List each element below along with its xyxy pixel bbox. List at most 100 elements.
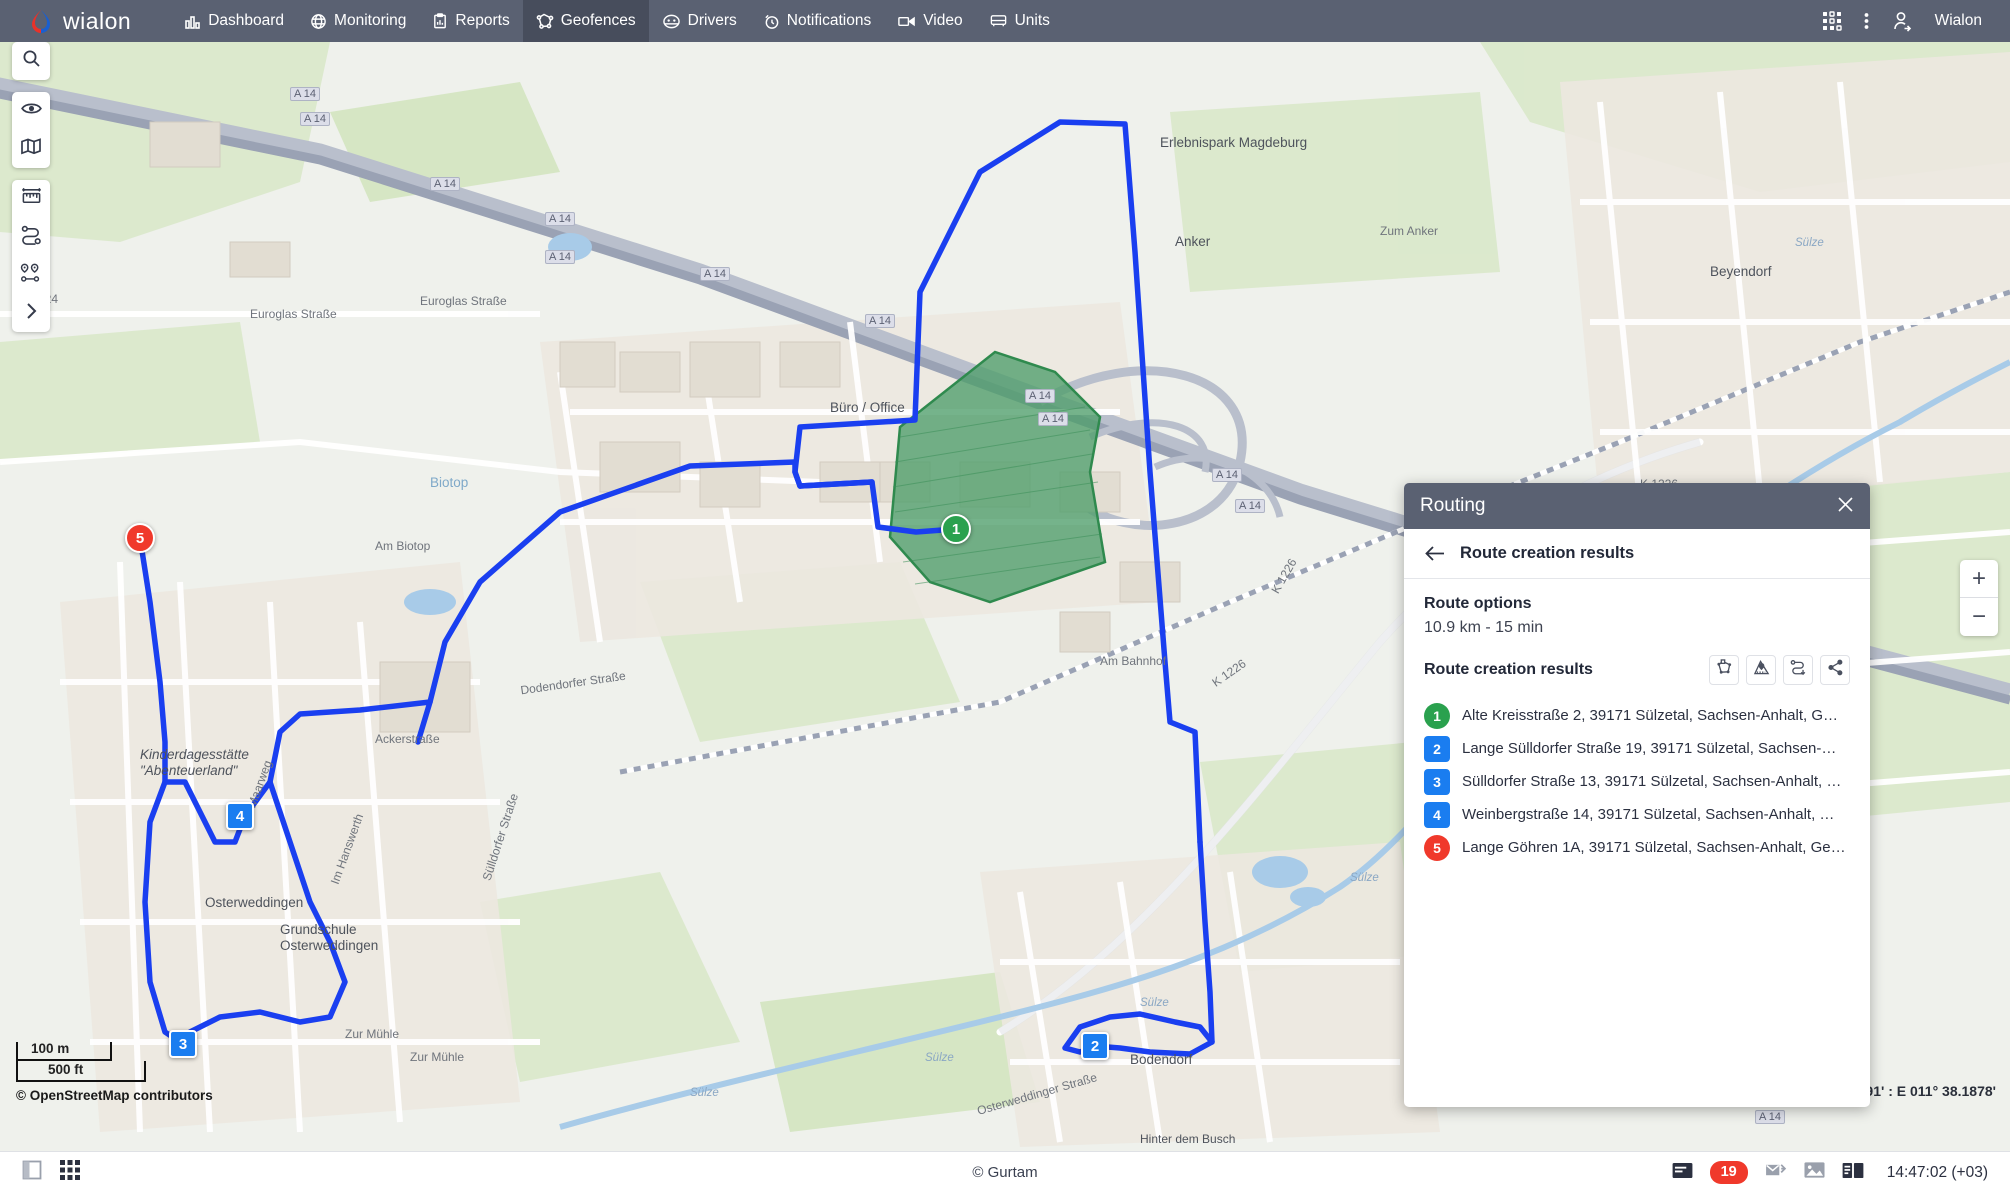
user-name[interactable]: Wialon [1935, 12, 1982, 30]
create-geofence-icon [1716, 659, 1733, 681]
wialon-logo[interactable]: wialon [28, 8, 131, 35]
map-street-label: Am Biotop [375, 539, 431, 553]
notification-count-badge[interactable]: 19 [1709, 1160, 1748, 1185]
route-results-label: Route creation results [1424, 661, 1593, 678]
search-icon [22, 49, 41, 73]
map-marker-4[interactable]: 4 [226, 802, 254, 830]
wialon-drop-icon [28, 8, 54, 34]
map-place-label: Osterweddingen [205, 895, 304, 910]
wialon-wordmark: wialon [63, 7, 132, 34]
nav-item-video[interactable]: Video [884, 0, 975, 42]
nav-item-monitoring[interactable]: Monitoring [297, 0, 419, 42]
zoom-out-button[interactable]: − [1960, 598, 1998, 636]
zoom-in-button[interactable]: + [1960, 560, 1998, 598]
route-badge-3: 3 [1424, 768, 1450, 795]
nav-item-notifications[interactable]: Notifications [750, 0, 884, 42]
visibility-button[interactable] [12, 92, 50, 130]
bottom-bar-left [22, 1160, 80, 1185]
nav-label: Notifications [786, 12, 872, 29]
route-result-item-5[interactable]: 5 Lange Göhren 1A, 39171 Sülzetal, Sachs… [1424, 831, 1850, 864]
routing-panel-subheader: Route creation results [1404, 529, 1870, 579]
mail-sent-icon [1765, 1162, 1787, 1184]
bus-icon [989, 13, 1008, 29]
arrow-left-icon[interactable] [1424, 545, 1446, 562]
water-label: Sülze [1140, 997, 1169, 1009]
measure-distance-button[interactable] [12, 180, 50, 218]
two-points-icon [20, 263, 42, 288]
address-points-button[interactable] [12, 256, 50, 294]
status-bar-time: 14:47:02 (+03) [1886, 1163, 1988, 1181]
nav-item-units[interactable]: Units [976, 0, 1063, 42]
map-search-button[interactable] [12, 42, 50, 80]
images-button[interactable] [1804, 1161, 1825, 1184]
highway-shield: A 14 [1038, 412, 1069, 426]
routing-panel-header: Routing [1404, 483, 1870, 529]
image-icon [1804, 1161, 1825, 1184]
highway-shield: A 14 [1025, 389, 1056, 403]
nav-label: Units [1014, 12, 1050, 29]
map-marker-1[interactable]: 1 [941, 514, 971, 544]
map-street-label: Euroglas Straße [420, 294, 507, 308]
map-place-label: Hinter dem Busch [1140, 1132, 1236, 1146]
tool-group-measure [12, 180, 50, 332]
nav-item-reports[interactable]: Reports [419, 0, 522, 42]
share-route-button[interactable] [1820, 655, 1850, 685]
close-icon[interactable] [1837, 495, 1854, 517]
mail-button[interactable] [1765, 1162, 1787, 1184]
nav-item-drivers[interactable]: Drivers [649, 0, 750, 42]
route-results-header: Route creation results [1424, 655, 1850, 685]
map-place-label: Beyendorf [1710, 264, 1772, 279]
toggle-side-panel-button[interactable] [22, 1160, 42, 1185]
route-icon [21, 225, 42, 250]
route-badge-5: 5 [1424, 834, 1450, 861]
highway-shield: A 14 [290, 87, 321, 101]
messages-button[interactable] [1672, 1162, 1693, 1184]
import-route-button[interactable] [1783, 655, 1813, 685]
highway-shield: A 14 [865, 314, 896, 328]
route-address-5: Lange Göhren 1A, 39171 Sülzetal, Sachsen… [1462, 839, 1846, 856]
map-tool-rail [12, 42, 50, 344]
layout-button[interactable] [1842, 1162, 1864, 1184]
nav-label: Dashboard [208, 12, 285, 29]
nav-item-dashboard[interactable]: Dashboard [171, 0, 297, 42]
route-address-4: Weinbergstraße 14, 39171 Sülzetal, Sachs… [1462, 806, 1835, 823]
map-marker-5[interactable]: 5 [125, 523, 155, 553]
nav-label: Monitoring [334, 12, 407, 29]
route-result-item-3[interactable]: 3 Sülldorfer Straße 13, 39171 Sülzetal, … [1424, 765, 1850, 798]
route-address-1: Alte Kreisstraße 2, 39171 Sülzetal, Sach… [1462, 707, 1839, 724]
save-place-button[interactable] [1746, 655, 1776, 685]
apps-grid-button[interactable] [60, 1160, 80, 1185]
eye-icon [20, 101, 42, 121]
highway-shield: A 14 [1212, 468, 1243, 482]
highway-shield: A 14 [700, 267, 731, 281]
map-street-label: Zur Mühle [410, 1050, 465, 1064]
map-street-label: Am Bahnhof [1100, 654, 1167, 668]
save-as-place-icon [1753, 659, 1770, 681]
nav-label: Geofences [560, 12, 636, 29]
apps-grid-icon[interactable] [1822, 11, 1842, 31]
map-marker-2[interactable]: 2 [1081, 1032, 1109, 1060]
top-navigation-bar: wialon Dashboard Monitoring Reports Geof… [0, 0, 2010, 42]
ruler-icon [21, 186, 42, 212]
expand-tools-button[interactable] [12, 294, 50, 332]
route-result-item-1[interactable]: 1 Alte Kreisstraße 2, 39171 Sülzetal, Sa… [1424, 699, 1850, 732]
map-place-label: Grundschule Osterweddingen [280, 922, 379, 953]
kebab-menu-icon[interactable] [1864, 11, 1869, 31]
nav-item-geofences[interactable]: Geofences [522, 0, 649, 42]
steering-icon [662, 13, 681, 30]
osm-attribution[interactable]: © OpenStreetMap contributors [16, 1088, 213, 1103]
routing-panel: Routing Route creation results Route opt… [1404, 483, 1870, 1107]
create-geofence-button[interactable] [1709, 655, 1739, 685]
route-result-item-2[interactable]: 2 Lange Sülldorfer Straße 19, 39171 Sülz… [1424, 732, 1850, 765]
route-action-buttons [1709, 655, 1850, 685]
main-menu: Dashboard Monitoring Reports Geofences D… [171, 0, 1063, 42]
routing-panel-title: Routing [1420, 495, 1486, 516]
route-result-item-4[interactable]: 4 Weinbergstraße 14, 39171 Sülzetal, Sac… [1424, 798, 1850, 831]
map-layers-icon [21, 138, 41, 160]
map-layers-button[interactable] [12, 130, 50, 168]
route-address-2: Lange Sülldorfer Straße 19, 39171 Sülzet… [1462, 740, 1837, 757]
map-place-label: Erlebnispark Magdeburg [1160, 135, 1308, 150]
user-logout-icon[interactable] [1891, 10, 1913, 32]
routing-button[interactable] [12, 218, 50, 256]
route-badge-1: 1 [1424, 702, 1450, 729]
